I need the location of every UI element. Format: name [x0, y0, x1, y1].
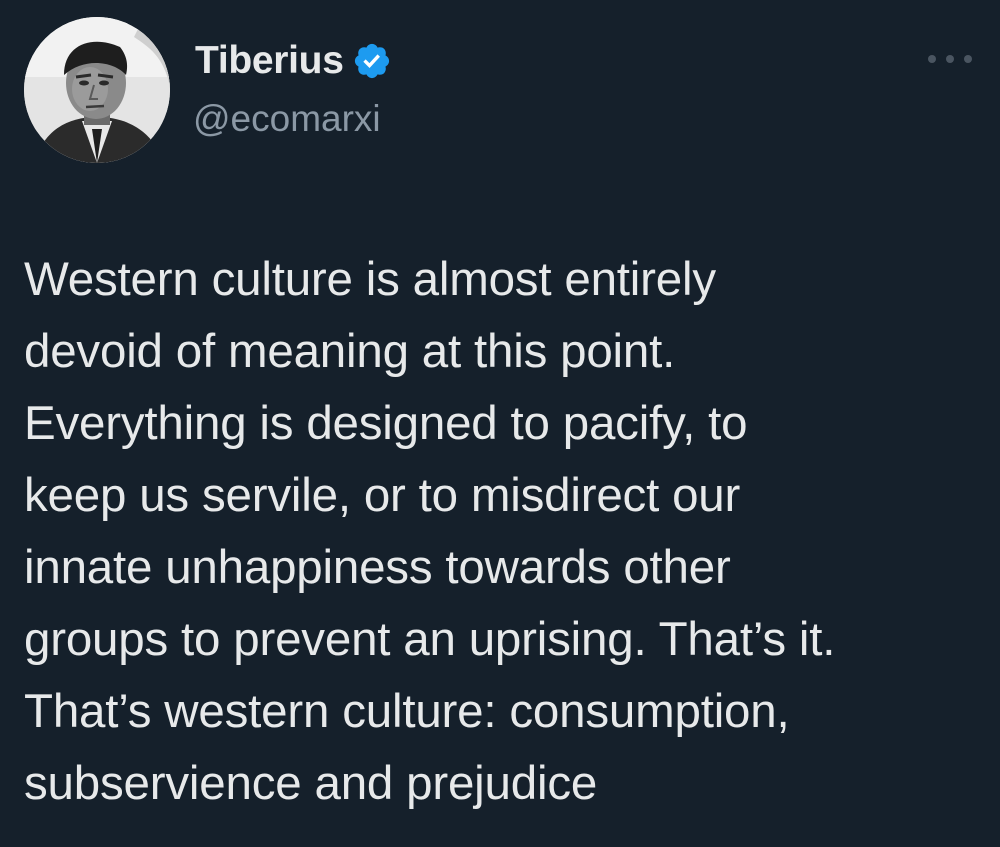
more-options-icon[interactable] — [928, 44, 972, 74]
more-dot — [946, 55, 954, 63]
more-dot — [928, 55, 936, 63]
avatar[interactable] — [24, 17, 170, 163]
tweet-text-line: keep us servile, or to misdirect our — [24, 469, 741, 522]
tweet-text-line: subservience and prejudice — [24, 757, 598, 810]
author-handle[interactable]: @ecomarxi — [193, 97, 381, 141]
tweet-text-line: devoid of meaning at this point. — [24, 325, 676, 378]
tweet-text-line: Everything is designed to pacify, to — [24, 397, 748, 450]
profile-photo — [24, 17, 170, 163]
more-dot — [964, 55, 972, 63]
verified-badge-icon — [352, 41, 392, 81]
tweet-text-line: That’s western culture: consumption, — [24, 685, 790, 738]
tweet-text: Western culture is almost entirely devoi… — [24, 244, 989, 820]
tweet-text-line: Western culture is almost entirely — [24, 253, 716, 306]
tweet-card: Tiberius @ecomarxi Western culture is al… — [0, 0, 1000, 847]
display-name[interactable]: Tiberius — [195, 38, 344, 84]
author-name-row[interactable]: Tiberius — [195, 38, 392, 84]
tweet-text-line: groups to prevent an uprising. That’s it… — [24, 613, 836, 666]
tweet-text-line: innate unhappiness towards other — [24, 541, 731, 594]
